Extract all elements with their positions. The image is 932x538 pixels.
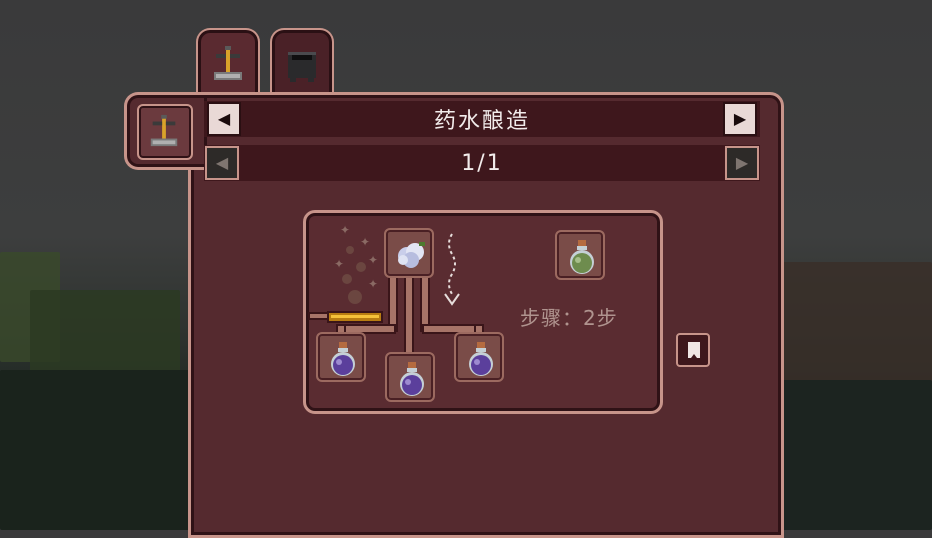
sparkle: ✦	[340, 223, 351, 237]
page-next-button[interactable]: ▶	[725, 146, 759, 180]
pipe	[406, 278, 412, 356]
bottle-slot-right[interactable]	[454, 332, 504, 382]
purple-potion-icon	[331, 342, 355, 376]
bubble	[346, 246, 354, 254]
sparkle: ✦	[368, 277, 379, 291]
bottle-slot-left[interactable]	[316, 332, 366, 382]
ingredient-slot[interactable]	[384, 228, 434, 278]
bubble	[356, 262, 366, 272]
green-potion-icon	[570, 240, 594, 274]
cauldron-icon	[288, 52, 316, 82]
background-tree-left-2	[30, 290, 180, 380]
pipe	[422, 278, 428, 330]
title-prev-button[interactable]: ◀	[207, 102, 241, 136]
brewing-stand-button[interactable]	[137, 104, 193, 160]
title-bar: 药水酿造 ◀ ▶	[204, 101, 760, 137]
bottle-slot-middle[interactable]	[385, 352, 435, 402]
title-next-button[interactable]: ▶	[723, 102, 757, 136]
bubble	[348, 290, 362, 304]
brewing-stand-icon	[150, 114, 178, 147]
tab-brewing-stand[interactable]	[196, 28, 260, 98]
page-title: 药水酿造	[433, 109, 530, 134]
sparkle: ✦	[334, 257, 345, 271]
sparkle: ✦	[360, 235, 371, 249]
sparkle: ✦	[368, 253, 379, 267]
brewing-stand-icon	[214, 46, 242, 80]
background-foliage-right	[780, 380, 932, 530]
blaze-fuel-bar	[327, 311, 383, 323]
cobweb-icon	[398, 242, 425, 268]
purple-potion-icon	[469, 342, 493, 376]
tab-cauldron[interactable]	[270, 28, 334, 98]
bookmark-icon	[688, 342, 700, 358]
output-slot[interactable]	[555, 230, 605, 280]
steps-label: 步骤：2步	[520, 306, 618, 330]
bubble	[342, 274, 352, 284]
page-counter: 1/1	[461, 150, 503, 176]
page-prev-button[interactable]: ◀	[205, 146, 239, 180]
pipe	[390, 278, 396, 330]
pager-bar: 1/1 ◀ ▶	[204, 145, 760, 181]
brew-progress-arrow	[444, 233, 460, 306]
purple-potion-icon	[400, 362, 424, 396]
background-foliage-left	[0, 370, 200, 530]
bookmark-button[interactable]	[676, 333, 710, 367]
